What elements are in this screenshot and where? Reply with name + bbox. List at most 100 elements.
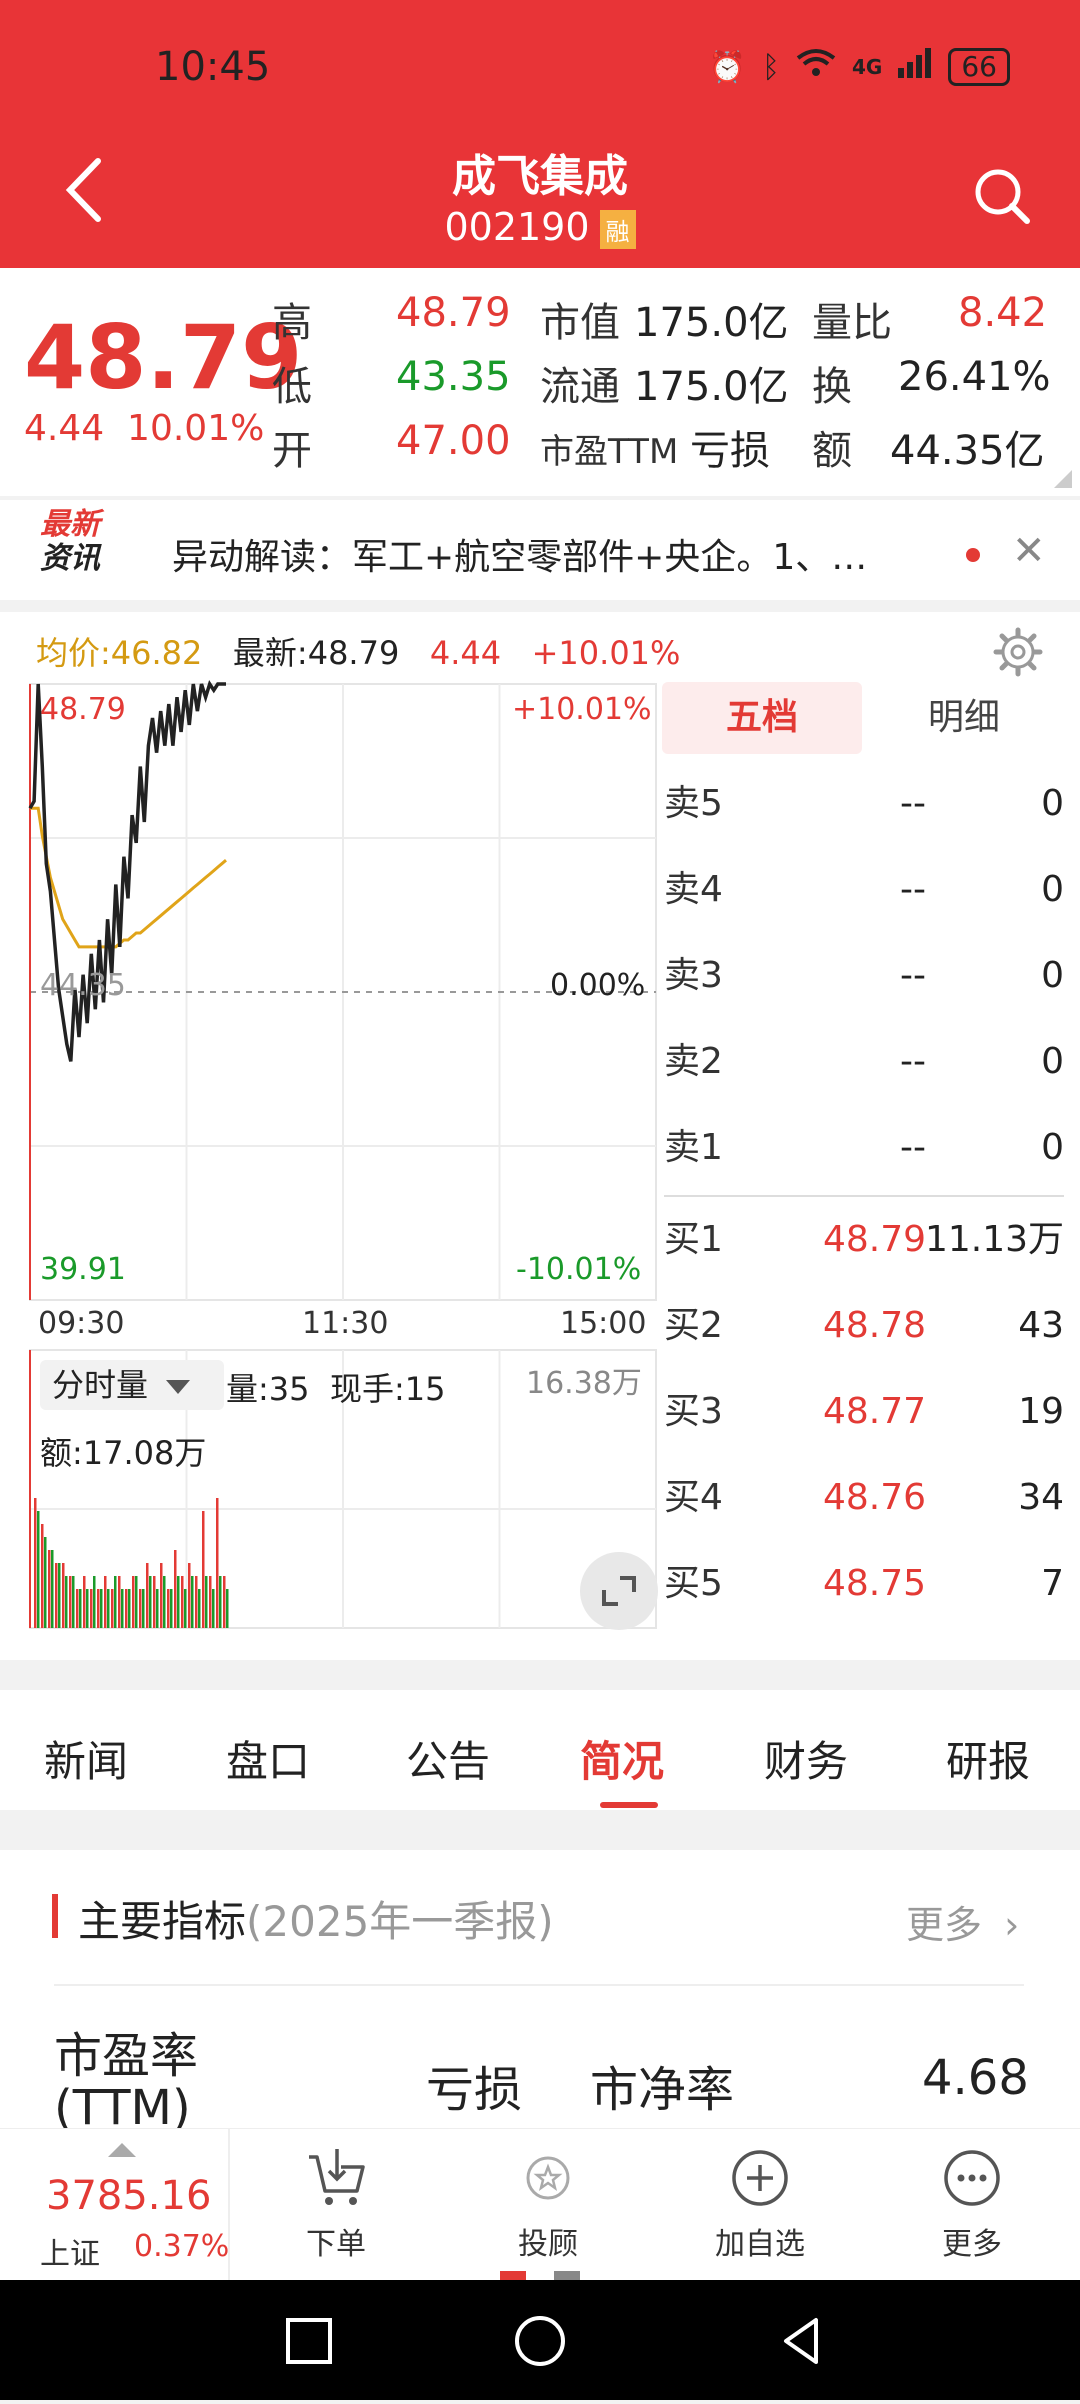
volume-bar-up: [62, 1563, 65, 1628]
buy-level-1[interactable]: 买1 48.79 11.13万: [664, 1198, 1064, 1282]
triangle-down-icon: [166, 1380, 191, 1394]
volume-bar-down: [65, 1576, 68, 1628]
volume-bar-up: [41, 1524, 44, 1628]
volume-bar-up: [223, 1576, 226, 1628]
network-label: 4G: [852, 55, 883, 79]
level-label: 买2: [664, 1305, 723, 1346]
volume-bar-down: [121, 1589, 124, 1628]
order-label: 下单: [306, 2227, 366, 2262]
volume-bar-up: [55, 1563, 58, 1628]
back-nav-button[interactable]: [784, 2318, 818, 2364]
amount-label: 额: [812, 428, 852, 474]
buy-level-2[interactable]: 买2 48.78 43: [664, 1284, 1064, 1368]
home-button[interactable]: [515, 2316, 565, 2366]
more-label-bottom: 更多: [942, 2227, 1002, 2262]
advisor-icon: [526, 2156, 570, 2200]
wifi-icon: [796, 48, 836, 86]
signal-icon: [898, 48, 932, 86]
up-arrow-icon: [108, 2143, 136, 2157]
buy-level-4[interactable]: 买4 48.76 34: [664, 1456, 1064, 1540]
pe-value: 亏损: [690, 428, 770, 474]
tab-handicap[interactable]: 盘口: [226, 1728, 310, 1789]
volume-bar-up: [111, 1589, 114, 1628]
volume-selector[interactable]: 分时量: [40, 1360, 224, 1410]
chart-settings-button[interactable]: [992, 626, 1044, 678]
sell-level-4[interactable]: 卖2 -- 0: [664, 1020, 1064, 1104]
volume-bar-down: [58, 1563, 61, 1628]
tab-finance[interactable]: 财务: [764, 1728, 848, 1789]
sell-level-5[interactable]: 卖1 -- 0: [664, 1106, 1064, 1190]
intraday-chart[interactable]: [0, 612, 660, 1660]
volume-bar-down: [219, 1576, 222, 1628]
tab-five-levels[interactable]: 五档: [662, 682, 862, 754]
level-volume: 0: [1041, 1127, 1064, 1168]
open-label: 开: [272, 428, 312, 474]
time-end: 15:00: [560, 1306, 647, 1341]
sell-level-3[interactable]: 卖3 -- 0: [664, 934, 1064, 1018]
advisor-button[interactable]: 投顾: [468, 2143, 628, 2263]
search-button[interactable]: [972, 166, 1032, 226]
status-time: 10:45: [155, 44, 271, 90]
stock-name: 成飞集成: [452, 151, 628, 202]
buy-level-5[interactable]: 买5 48.75 7: [664, 1542, 1064, 1626]
battery-icon: 66: [948, 48, 1010, 86]
buy-level-3[interactable]: 买3 48.77 19: [664, 1370, 1064, 1454]
volume-max: 16.38万: [526, 1366, 642, 1401]
tab-overview[interactable]: 简况: [580, 1728, 664, 1789]
news-text[interactable]: 异动解读：军工+航空零部件+央企。1、…: [172, 528, 972, 580]
add-watchlist-button[interactable]: 加自选: [680, 2143, 840, 2263]
tab-news[interactable]: 新闻: [44, 1728, 128, 1789]
close-news-button[interactable]: ✕: [1012, 528, 1046, 574]
volume-bar-down: [37, 1511, 40, 1628]
pe-label: 市盈TTM: [540, 432, 679, 472]
info-tabs: 新闻 盘口 公告 简况 财务 研报: [0, 1690, 1080, 1810]
vol-ratio-label: 量比: [812, 300, 892, 346]
tab-announcements[interactable]: 公告: [406, 1728, 490, 1789]
chart-bottom-pct: -10.01%: [516, 1252, 642, 1287]
margin-badge: 融: [599, 210, 636, 249]
volume-bar-down: [163, 1576, 166, 1628]
level-price: --: [900, 1127, 926, 1168]
more-dots-icon: [944, 2150, 1000, 2206]
stock-code-row: 002190 融: [0, 205, 1080, 249]
turnover-label: 换: [812, 364, 852, 410]
indicators-title-text: 主要指标: [78, 1897, 247, 1946]
volume-bar-down: [100, 1589, 103, 1628]
chart-mid-price: 44.35: [40, 968, 126, 1003]
volume-bar-down: [79, 1589, 82, 1628]
news-banner[interactable]: 最新 资讯 异动解读：军工+航空零部件+央企。1、… ✕: [0, 500, 1080, 600]
expand-corner-icon[interactable]: [1054, 470, 1072, 488]
pe-ttm-value: 亏损: [426, 2062, 523, 2118]
level-price: --: [900, 869, 926, 910]
level-volume: 0: [1041, 783, 1064, 824]
app-header: 10:45 ⏰ ᛒ 4G 66 成飞集成 002190 融: [0, 0, 1080, 268]
gear-icon: [993, 627, 1043, 677]
index-pct: 0.37%: [134, 2229, 230, 2264]
sell-level-1[interactable]: 卖5 -- 0: [664, 762, 1064, 846]
toolbar-separator: [228, 2129, 230, 2281]
more-button[interactable]: 更多: [892, 2143, 1052, 2263]
recent-apps-button[interactable]: [286, 2318, 332, 2364]
more-indicators-link[interactable]: 更多 ›: [906, 1894, 1019, 1949]
float-value: 175.0亿: [634, 364, 789, 410]
chart-bottom-price: 39.91: [40, 1252, 126, 1287]
amount-value: 44.35亿: [890, 428, 1045, 474]
volume-bar-up: [125, 1589, 128, 1628]
tab-research[interactable]: 研报: [946, 1728, 1030, 1789]
fullscreen-button[interactable]: [580, 1552, 658, 1630]
order-button[interactable]: 下单: [256, 2143, 416, 2263]
level-label: 卖4: [664, 869, 723, 910]
level-label: 买1: [664, 1219, 723, 1260]
volume-bar-up: [76, 1589, 79, 1628]
volume-bar-down: [184, 1589, 187, 1628]
sell-level-2[interactable]: 卖4 -- 0: [664, 848, 1064, 932]
tab-details[interactable]: 明细: [864, 682, 1064, 754]
volume-bar-down: [226, 1589, 229, 1628]
volume-bar-up: [97, 1589, 100, 1628]
volume-bar-up: [104, 1576, 107, 1628]
section-divider: [54, 1984, 1024, 1986]
volume-bar-down: [205, 1576, 208, 1628]
level-label: 卖5: [664, 783, 723, 824]
level-price: --: [900, 955, 926, 996]
high-value: 48.79: [396, 290, 511, 336]
